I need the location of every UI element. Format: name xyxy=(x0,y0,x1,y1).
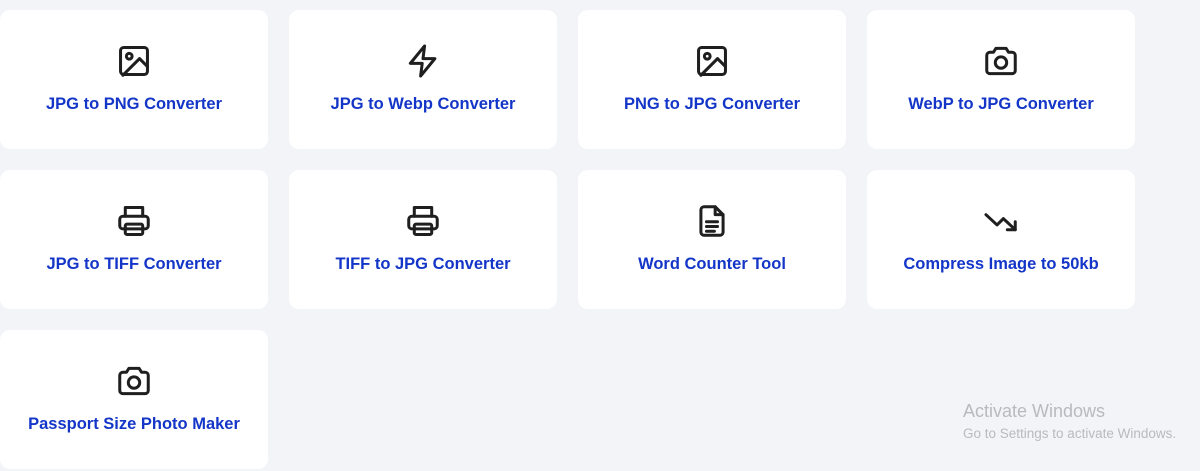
watermark-subtitle: Go to Settings to activate Windows. xyxy=(963,426,1177,441)
document-icon xyxy=(693,202,731,240)
tool-card-jpg-to-png[interactable]: JPG to PNG Converter xyxy=(0,10,268,149)
tool-label: JPG to TIFF Converter xyxy=(46,255,222,273)
tool-label: Passport Size Photo Maker xyxy=(28,415,240,433)
image-icon xyxy=(693,42,731,80)
tool-card-passport-photo[interactable]: Passport Size Photo Maker xyxy=(0,330,268,469)
tool-label: PNG to JPG Converter xyxy=(623,95,801,113)
tool-label: JPG to Webp Converter xyxy=(330,95,516,113)
tool-card-word-counter[interactable]: Word Counter Tool xyxy=(578,170,846,309)
watermark-title: Activate Windows xyxy=(963,401,1106,421)
tool-label: JPG to PNG Converter xyxy=(45,95,223,113)
tool-label: Compress Image to 50kb xyxy=(903,255,1099,273)
camera-icon xyxy=(115,362,153,400)
printer-icon xyxy=(404,202,442,240)
tool-label: WebP to JPG Converter xyxy=(908,95,1094,113)
tool-card-tiff-to-jpg[interactable]: TIFF to JPG Converter xyxy=(289,170,557,309)
image-icon xyxy=(115,42,153,80)
lightning-icon xyxy=(404,42,442,80)
printer-icon xyxy=(115,202,153,240)
tool-card-jpg-to-webp[interactable]: JPG to Webp Converter xyxy=(289,10,557,149)
tool-label: TIFF to JPG Converter xyxy=(335,255,511,273)
camera-icon xyxy=(982,42,1020,80)
tool-card-webp-to-jpg[interactable]: WebP to JPG Converter xyxy=(867,10,1135,149)
tool-card-compress-image[interactable]: Compress Image to 50kb xyxy=(867,170,1135,309)
trending-down-icon xyxy=(982,202,1020,240)
tool-label: Word Counter Tool xyxy=(638,255,786,273)
tool-card-png-to-jpg[interactable]: PNG to JPG Converter xyxy=(578,10,846,149)
activate-windows-watermark: Activate Windows Go to Settings to activ… xyxy=(963,400,1176,444)
tool-card-jpg-to-tiff[interactable]: JPG to TIFF Converter xyxy=(0,170,268,309)
